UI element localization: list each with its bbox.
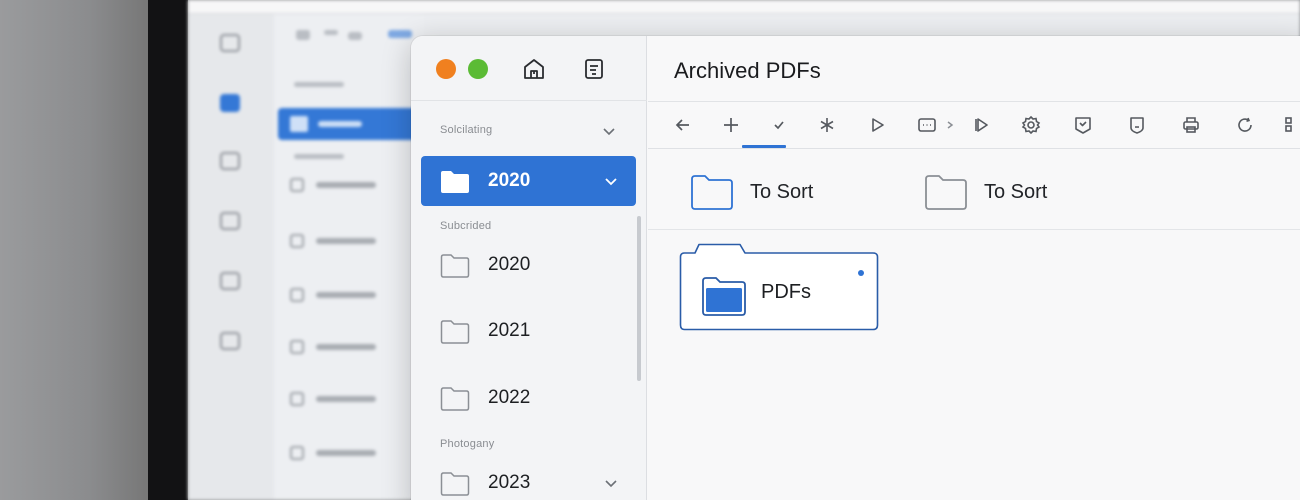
quick-folder-to-sort[interactable]: To Sort <box>924 168 1104 214</box>
sidebar-item-2021[interactable]: 2021 <box>421 306 636 356</box>
folder-icon <box>690 173 734 211</box>
sidebar-section-label: Photogany <box>440 438 495 450</box>
background-selected-row <box>278 108 428 140</box>
folder-icon <box>440 168 470 194</box>
settings-icon[interactable] <box>1020 114 1042 136</box>
sidebar-item-label: 2020 <box>488 170 531 191</box>
desktop-background <box>0 0 148 500</box>
sidebar-item-label: 2021 <box>488 320 531 341</box>
divider <box>648 229 1300 230</box>
folder-label: PDFs <box>761 281 811 303</box>
folder-icon <box>440 252 470 278</box>
home-icon[interactable] <box>521 56 547 82</box>
status-dot <box>858 270 864 276</box>
window-close-button[interactable] <box>436 59 456 79</box>
quick-folder-label: To Sort <box>750 181 814 203</box>
background-icon <box>220 332 240 350</box>
play-outline-icon[interactable] <box>970 114 992 136</box>
sidebar-item-2020[interactable]: 2020 <box>421 240 636 290</box>
sidebar-section-label: Solcilating <box>440 124 493 136</box>
quick-folder-to-sort[interactable]: To Sort <box>690 168 870 214</box>
chevron-down-icon[interactable] <box>604 174 618 188</box>
sidebar-item-2022[interactable]: 2022 <box>421 373 636 423</box>
notes-icon[interactable] <box>581 56 607 82</box>
sidebar-item-label: 2023 <box>488 472 531 493</box>
sidebar-header <box>411 36 647 101</box>
chevron-down-icon[interactable] <box>604 476 618 490</box>
background-active-icon <box>220 94 240 112</box>
folder-icon <box>440 385 470 411</box>
chevron-right-icon <box>944 114 956 136</box>
check-icon[interactable] <box>768 114 790 136</box>
sidebar-item-2020-selected[interactable]: 2020 <box>421 156 636 206</box>
folder-icon <box>440 318 470 344</box>
print-icon[interactable] <box>1180 114 1202 136</box>
badge-icon[interactable] <box>1072 114 1094 136</box>
background-icon <box>220 212 240 230</box>
window-zoom-button[interactable] <box>468 59 488 79</box>
background-app-list <box>274 14 424 500</box>
sidebar-scrollbar[interactable] <box>637 216 641 381</box>
shield-icon[interactable] <box>1126 114 1148 136</box>
sidebar-item-label: 2022 <box>488 387 531 408</box>
background-app-rail <box>188 14 274 500</box>
refresh-icon[interactable] <box>1234 114 1256 136</box>
background-icon <box>220 272 240 290</box>
monitor-bezel <box>148 0 188 500</box>
sidebar-section-label: Subcrided <box>440 220 492 232</box>
divider <box>648 148 1300 149</box>
background-icon <box>220 152 240 170</box>
play-icon[interactable] <box>866 114 888 136</box>
media-icon[interactable] <box>916 114 938 136</box>
window-title: Archived PDFs <box>674 58 821 83</box>
sidebar-item-2023[interactable]: 2023 <box>421 458 636 500</box>
plus-icon[interactable] <box>720 114 742 136</box>
main-pane: Archived PDFs To Sort To Sort PDFs <box>648 36 1300 500</box>
sidebar-item-label: 2020 <box>488 254 531 275</box>
background-app-titlebar <box>188 0 1300 14</box>
folder-icon <box>701 275 747 317</box>
toolbar <box>648 102 1300 148</box>
folder-icon <box>924 173 968 211</box>
file-manager-window: Solcilating 2020 Subcrided 2020 2021 202… <box>411 36 1300 500</box>
folder-icon <box>440 470 470 496</box>
quick-folder-label: To Sort <box>984 181 1048 203</box>
folder-card-pdfs[interactable]: PDFs <box>679 243 879 331</box>
grid-icon[interactable] <box>1282 114 1300 136</box>
background-home-icon <box>220 34 240 52</box>
back-arrow-icon[interactable] <box>672 114 694 136</box>
chevron-down-icon[interactable] <box>602 124 616 138</box>
sidebar: Solcilating 2020 Subcrided 2020 2021 202… <box>411 36 647 500</box>
asterisk-icon[interactable] <box>816 114 838 136</box>
